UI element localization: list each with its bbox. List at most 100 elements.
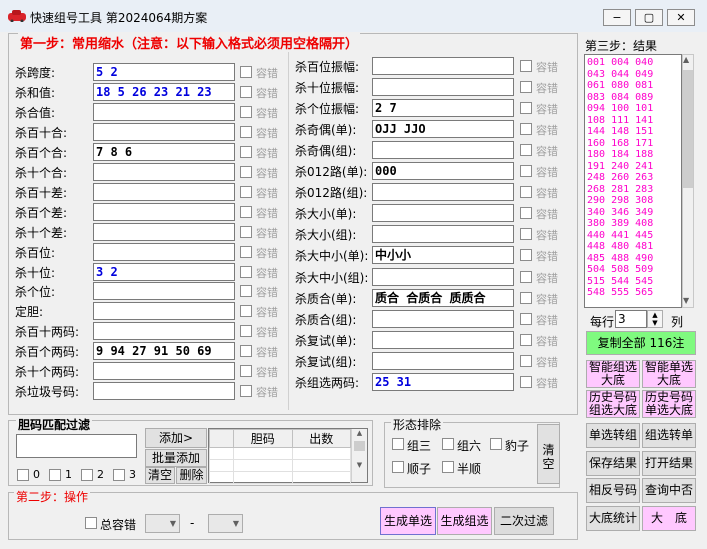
state-checkbox[interactable] (392, 438, 404, 450)
scroll-up-icon[interactable]: ▲ (683, 55, 689, 64)
tolerance-checkbox[interactable] (520, 375, 532, 388)
field-input[interactable] (93, 242, 235, 261)
field-input[interactable] (372, 57, 514, 75)
tolerance-checkbox[interactable] (240, 365, 252, 378)
field-input[interactable]: 2 7 (372, 99, 514, 118)
tolerance-checkbox[interactable] (240, 265, 252, 278)
action-button[interactable]: 相反号码 (586, 478, 640, 503)
field-input[interactable] (93, 182, 235, 201)
action-button[interactable]: 大 底 (642, 506, 696, 531)
field-input[interactable] (372, 267, 514, 286)
result-list[interactable]: 001 004 040 043 044 049 061 080 081 083 084… (584, 54, 682, 308)
tolerance-checkbox[interactable] (520, 102, 532, 115)
dan-input[interactable] (16, 434, 137, 458)
scrollbar-thumb[interactable] (683, 70, 693, 188)
field-input[interactable] (93, 202, 235, 221)
tolerance-checkbox[interactable] (240, 145, 252, 158)
tolerance-checkbox[interactable] (520, 333, 532, 346)
state-clear-button[interactable]: 清 空 (537, 424, 560, 484)
action-button[interactable]: 保存结果 (586, 451, 640, 476)
field-input[interactable] (93, 222, 235, 241)
action-button[interactable]: 大底统计 (586, 506, 640, 531)
rows-input[interactable]: 3 (615, 310, 647, 328)
tolerance-checkbox[interactable] (520, 354, 532, 367)
field-input[interactable] (93, 302, 235, 321)
tol-select-1[interactable]: ▼ (145, 514, 180, 533)
action-button[interactable]: 智能组选 大底 (586, 360, 640, 388)
tolerance-checkbox[interactable] (520, 291, 532, 304)
tolerance-checkbox[interactable] (520, 81, 532, 94)
tolerance-checkbox[interactable] (240, 385, 252, 398)
tolerance-checkbox[interactable] (240, 245, 252, 258)
tolerance-checkbox[interactable] (240, 325, 252, 338)
tolerance-checkbox[interactable] (520, 228, 532, 241)
field-input[interactable]: 3 2 (93, 262, 235, 281)
tolerance-checkbox[interactable] (240, 345, 252, 358)
tolerance-checkbox[interactable] (240, 305, 252, 318)
add-button[interactable]: 添加> (145, 428, 207, 448)
action-button[interactable]: 查询中否 (642, 478, 696, 503)
action-button[interactable]: 打开结果 (642, 451, 696, 476)
field-input[interactable]: 中小小 (372, 246, 514, 265)
digit-checkbox[interactable] (81, 469, 93, 481)
field-input[interactable] (372, 351, 514, 370)
field-input[interactable] (93, 282, 235, 301)
minimize-button[interactable]: − (603, 9, 631, 26)
tolerance-checkbox[interactable] (520, 270, 532, 283)
tolerance-checkbox[interactable] (240, 165, 252, 178)
field-input[interactable] (372, 78, 514, 97)
tolerance-checkbox[interactable] (520, 123, 532, 136)
action-button[interactable]: 组选转单 (642, 423, 696, 448)
tolerance-checkbox[interactable] (520, 165, 532, 178)
action-button[interactable]: 智能单选 大底 (642, 360, 696, 388)
total-tol-checkbox[interactable] (85, 517, 97, 529)
tolerance-checkbox[interactable] (520, 312, 532, 325)
tolerance-checkbox[interactable] (240, 205, 252, 218)
tolerance-checkbox[interactable] (240, 66, 252, 78)
tolerance-checkbox[interactable] (240, 225, 252, 238)
filter-delete-button[interactable]: 删除 (176, 467, 207, 484)
field-input[interactable]: 7 8 6 (93, 142, 235, 161)
dan-table[interactable]: 胆码 出数 ▲ ▼ (208, 428, 368, 484)
digit-checkbox[interactable] (49, 469, 61, 481)
field-input[interactable] (93, 382, 235, 401)
field-input[interactable] (93, 362, 235, 381)
tol-select-2[interactable]: ▼ (208, 514, 243, 533)
field-input[interactable] (372, 309, 514, 328)
field-input[interactable]: 5 2 (93, 63, 235, 81)
field-input[interactable] (372, 225, 514, 244)
field-input[interactable] (372, 330, 514, 349)
tolerance-checkbox[interactable] (240, 185, 252, 198)
filter-clear-button[interactable]: 清空 (145, 467, 175, 484)
field-input[interactable]: 质合 合质合 质质合 (372, 288, 514, 307)
field-input[interactable]: 25 31 (372, 372, 514, 391)
digit-checkbox[interactable] (113, 469, 125, 481)
field-input[interactable] (372, 141, 514, 160)
state-checkbox[interactable] (442, 438, 454, 450)
maximize-button[interactable]: ▢ (635, 9, 663, 26)
tolerance-checkbox[interactable] (520, 186, 532, 199)
action-button[interactable]: 单选转组 (586, 423, 640, 448)
action-button[interactable]: 历史号码 组选大底 (586, 390, 640, 418)
field-input[interactable]: 18 5 26 23 21 23 (93, 82, 235, 101)
tolerance-checkbox[interactable] (240, 125, 252, 138)
state-checkbox[interactable] (490, 438, 502, 450)
field-input[interactable]: 000 (372, 162, 514, 181)
close-button[interactable]: ✕ (667, 9, 695, 26)
tolerance-checkbox[interactable] (240, 85, 252, 98)
field-input[interactable] (372, 183, 514, 202)
field-input[interactable] (93, 322, 235, 341)
field-input[interactable]: 9 94 27 91 50 69 (93, 342, 235, 361)
tolerance-checkbox[interactable] (520, 60, 532, 72)
tolerance-checkbox[interactable] (240, 105, 252, 118)
gen-group-button[interactable]: 生成组选 (437, 507, 492, 535)
digit-checkbox[interactable] (17, 469, 29, 481)
scroll-down-icon[interactable]: ▼ (683, 296, 689, 305)
copy-all-button[interactable]: 复制全部 116注 (586, 331, 696, 355)
gen-single-button[interactable]: 生成单选 (380, 507, 436, 535)
rows-spinner[interactable]: ▲ ▼ (647, 310, 663, 328)
field-input[interactable] (93, 162, 235, 181)
batch-add-button[interactable]: 批量添加 (145, 449, 207, 467)
state-checkbox[interactable] (442, 461, 454, 473)
state-checkbox[interactable] (392, 461, 404, 473)
